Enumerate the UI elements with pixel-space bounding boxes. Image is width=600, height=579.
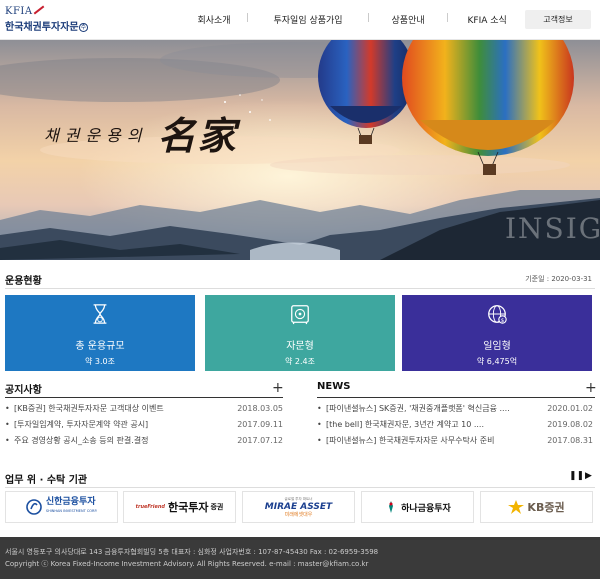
nav-item-products[interactable]: 상품안내: [370, 13, 446, 26]
operations-base-date: 기준일 : 2020-03-31: [525, 275, 592, 283]
logo[interactable]: KFIA 한국채권투자자문 주: [5, 6, 89, 33]
hourglass-money-icon: [93, 304, 107, 324]
logo-abbr: KFIA: [5, 6, 33, 17]
partner-name: MIRAE ASSET: [264, 502, 333, 512]
card-value: 약 3.0조: [85, 357, 115, 366]
partner-subtitle: SHINHAN INVESTMENT CORP.: [45, 509, 98, 513]
hero-watermark: INSIG: [505, 212, 600, 245]
main-nav: 회사소개 | 투자일임 상품가입 | 상품안내 | KFIA 소식: [182, 13, 525, 26]
partner-hana[interactable]: 하나금융투자: [361, 491, 474, 523]
footer: 서울시 영등포구 의사당대로 143 금융투자협회빌딩 5층 대표자 : 심화정…: [0, 537, 600, 579]
customer-info-button[interactable]: 고객정보: [525, 10, 591, 29]
list-item[interactable]: • 주요 경영상황 공시_소송 등의 판결.결정 2017.07.12: [5, 433, 283, 449]
logo-company-name: 한국채권투자자문 주: [5, 22, 89, 33]
card-label: 자문형: [286, 341, 314, 352]
card-label: 총 운용규모: [75, 341, 125, 352]
nav-item-news[interactable]: KFIA 소식: [449, 13, 525, 26]
divider: [317, 397, 595, 398]
header: KFIA 한국채권투자자문 주 회사소개 | 투자일임 상품가입 | 상품안내 |…: [0, 0, 600, 40]
notices-list: • [KB증권] 한국채권투자자문 고객대상 이벤트 2018.03.05 • [투자…: [5, 401, 283, 449]
partner-kb[interactable]: KB증권: [480, 491, 593, 523]
partner-mirae-asset[interactable]: 글로벌 투자 파트너 MIRAE ASSET 미래에셋대우: [242, 491, 355, 523]
footer-copyright: Copyright ⓒ Korea Fixed-Income Investmen…: [5, 560, 369, 568]
list-item[interactable]: • [파이낸셜뉴스] SK증권, '채권중개플랫폼' 혁신금융 .... 2020.…: [317, 401, 593, 417]
partner-subtitle: 미래에셋대우: [284, 512, 313, 518]
hero-banner: 채권운용의 名家 INSIG: [0, 40, 600, 260]
partner-shinhan[interactable]: 신한금융투자 SHINHAN INVESTMENT CORP.: [5, 491, 118, 523]
divider: [5, 397, 283, 398]
notices-more-plus-icon[interactable]: +: [272, 381, 284, 395]
operations-title: 운용현황: [5, 276, 42, 287]
news-list: • [파이낸셜뉴스] SK증권, '채권중개플랫폼' 혁신금융 .... 2020.…: [317, 401, 593, 449]
svg-text:$: $: [501, 318, 505, 324]
hero-title: 채권운용의 名家: [44, 105, 238, 160]
bullet: •: [5, 420, 10, 429]
nav-item-company[interactable]: 회사소개: [182, 13, 246, 26]
hana-logo-icon: [389, 501, 394, 513]
pause-icon[interactable]: ❚❚: [569, 471, 584, 481]
news-more-plus-icon[interactable]: +: [585, 381, 597, 395]
card-value: 약 6,475억: [476, 357, 518, 366]
kb-star-icon: [508, 500, 525, 514]
logo-suffix: 주: [78, 23, 89, 32]
card-discretionary[interactable]: $ 일임형 약 6,475억: [402, 295, 592, 371]
bullet: •: [317, 420, 322, 429]
divider: [5, 487, 595, 488]
partner-korea-investment[interactable]: trueFriend 한국투자 증권: [123, 491, 236, 523]
list-item[interactable]: • [the bell] 한국채권자문, 3년간 계약고 10 .... 2019.…: [317, 417, 593, 433]
partner-name: 하나금융투자: [401, 503, 451, 514]
notices-title: 공지사항: [5, 385, 42, 396]
divider: [5, 288, 595, 289]
partner-name: KB증권: [527, 501, 565, 514]
next-arrow-icon[interactable]: ▶: [585, 471, 592, 481]
footer-address: 서울시 영등포구 의사당대로 143 금융투자협회빌딩 5층 대표자 : 심화정…: [5, 548, 379, 556]
partner-name: 신한금융투자: [45, 497, 96, 507]
bullet: •: [5, 404, 10, 413]
partner-name: 한국투자: [168, 501, 209, 514]
card-advisory[interactable]: 자문형 약 2.4조: [205, 295, 395, 371]
card-label: 일임형: [483, 341, 511, 352]
list-item[interactable]: • [파이낸셜뉴스] 한국채권투자자문 사무수탁사 준비 2017.08.31: [317, 433, 593, 449]
nav-item-investment-signup[interactable]: 투자일임 상품가입: [249, 13, 367, 26]
bullet: •: [5, 436, 10, 445]
safe-icon: [291, 305, 309, 325]
globe-dollar-icon: $: [488, 305, 507, 324]
hero-title-small: 채권운용의: [44, 126, 148, 145]
bullet: •: [317, 436, 322, 445]
partner-prefix: trueFriend: [135, 504, 165, 510]
card-value: 약 2.4조: [285, 357, 315, 366]
hero-title-big: 名家: [157, 113, 238, 158]
card-total-aum[interactable]: 총 운용규모 약 3.0조: [5, 295, 195, 371]
list-item[interactable]: • [투자일임계약, 투자자문계약 약관 공시] 2017.09.11: [5, 417, 283, 433]
shinhan-logo-icon: [26, 499, 42, 515]
partner-suffix: 증권: [210, 503, 224, 511]
partners-title: 업무 위 · 수탁 기관: [5, 475, 88, 486]
bullet: •: [317, 404, 322, 413]
list-item[interactable]: • [KB증권] 한국채권투자자문 고객대상 이벤트 2018.03.05: [5, 401, 283, 417]
news-title: NEWS: [317, 381, 351, 392]
